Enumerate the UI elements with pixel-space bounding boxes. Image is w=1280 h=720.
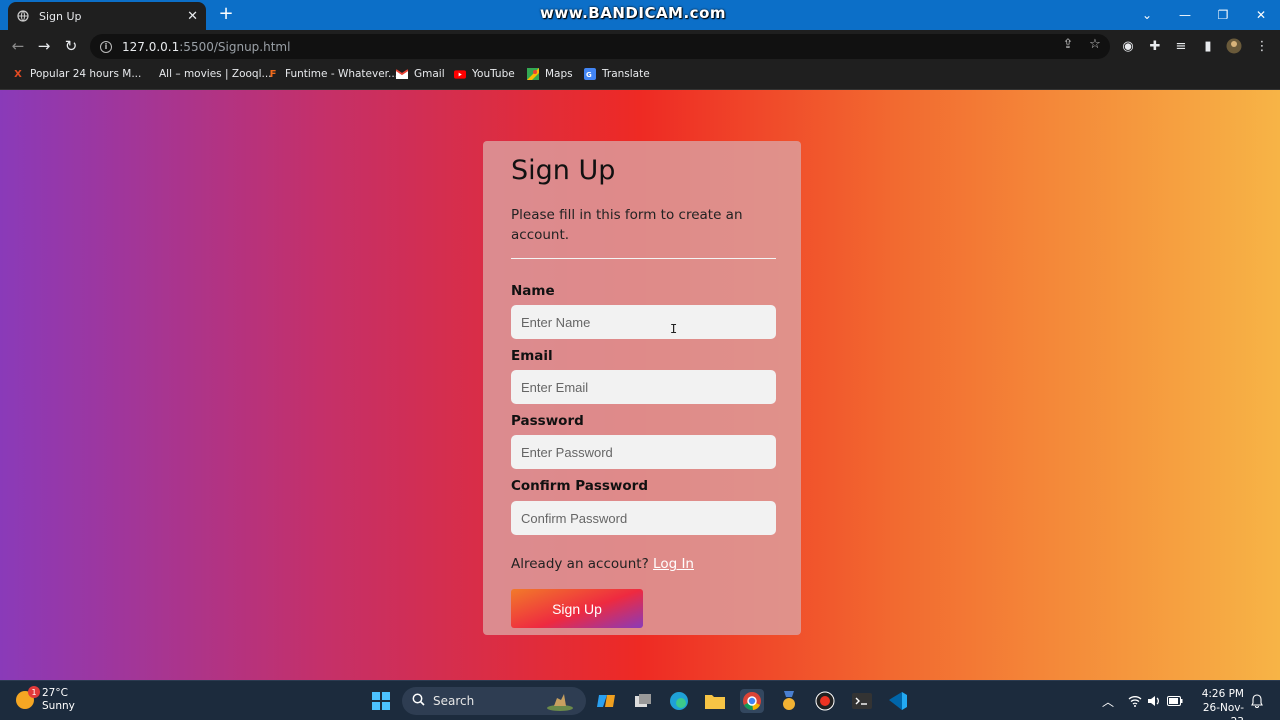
reload-icon[interactable]: ↻ <box>61 36 81 56</box>
address-bar[interactable]: i 127.0.0.1:5500/Signup.html <box>90 34 1110 59</box>
tab-title: Sign Up <box>39 9 82 23</box>
close-tab-icon[interactable]: ✕ <box>187 9 198 24</box>
bookmark-item[interactable]: Maps <box>527 68 573 80</box>
login-link[interactable]: Log In <box>653 556 694 572</box>
divider <box>511 258 776 259</box>
system-clock[interactable]: 4:26 PM 26-Nov-23 <box>1192 687 1244 720</box>
file-explorer-icon[interactable] <box>703 689 727 713</box>
confirm-password-label: Confirm Password <box>511 478 649 494</box>
bookmark-item[interactable]: F Funtime - Whatever... <box>267 68 398 80</box>
browser-toolbar: ← → ↻ i 127.0.0.1:5500/Signup.html ⇪ ☆ ◉… <box>0 30 1280 62</box>
close-window-icon[interactable]: ✕ <box>1242 0 1280 30</box>
search-icon <box>412 693 425 709</box>
minimize-icon[interactable]: — <box>1166 0 1204 30</box>
taskbar: 1 27°C Sunny Search ︿ 4:26 PM 26-Nov- <box>0 680 1280 720</box>
taskbar-search[interactable]: Search <box>402 687 586 715</box>
notification-badge: 1 <box>28 686 40 698</box>
weather-temp: 27°C <box>42 687 68 699</box>
bookmark-item[interactable]: YouTube <box>454 68 515 80</box>
bookmark-item[interactable]: Gmail <box>396 68 445 80</box>
already-account-text: Already an account? <box>511 556 649 572</box>
notification-bell-icon[interactable] <box>1249 693 1265 709</box>
edge-icon[interactable] <box>667 689 691 713</box>
share-icon[interactable]: ⇪ <box>1058 34 1078 54</box>
password-label: Password <box>511 413 584 429</box>
search-highlight-icon <box>546 690 574 715</box>
form-subtitle: Please fill in this form to create an ac… <box>511 207 743 243</box>
search-label: Search <box>433 694 475 708</box>
globe-icon <box>16 10 29 23</box>
bookmark-item[interactable]: G Translate <box>584 68 650 80</box>
bookmarks-bar: X Popular 24 hours M... All – movies | Z… <box>0 62 1280 90</box>
clock-date: 26-Nov-23 <box>1202 702 1244 720</box>
side-panel-icon[interactable]: ▮ <box>1198 36 1218 56</box>
clock-time: 4:26 PM <box>1201 688 1244 700</box>
extensions-puzzle-icon[interactable]: ✚ <box>1145 36 1165 56</box>
restore-icon[interactable]: ❐ <box>1204 0 1242 30</box>
signup-button[interactable]: Sign Up <box>511 589 643 628</box>
profile-avatar[interactable] <box>1224 36 1244 56</box>
copilot-icon[interactable] <box>594 689 618 713</box>
tray-overflow-chevron-icon[interactable]: ︿ <box>1100 693 1116 709</box>
windows-start-icon[interactable] <box>369 689 393 713</box>
url-path: :5500/Signup.html <box>179 39 291 54</box>
media-queue-icon[interactable]: ≡ <box>1171 36 1191 56</box>
badge-app-icon[interactable] <box>777 689 801 713</box>
text-cursor-icon: I <box>670 322 678 336</box>
battery-icon[interactable] <box>1167 693 1183 709</box>
recording-watermark: www.BANDICAM.com <box>540 4 727 22</box>
blank-icon <box>141 68 153 80</box>
page-background: Sign Up Please fill in this form to crea… <box>0 90 1280 680</box>
terminal-icon[interactable] <box>850 689 874 713</box>
weather-desc: Sunny <box>42 700 75 712</box>
title-bar: Sign Up ✕ + www.BANDICAM.com ⌄ — ❐ ✕ <box>0 0 1280 30</box>
task-view-icon[interactable] <box>631 689 655 713</box>
gmail-icon <box>396 68 408 80</box>
extension-icon[interactable]: ◉ <box>1118 36 1138 56</box>
signup-form-card: Sign Up Please fill in this form to crea… <box>483 141 801 635</box>
weather-widget[interactable]: 1 27°C Sunny <box>16 686 75 713</box>
confirm-password-input[interactable] <box>511 501 776 535</box>
back-arrow-icon[interactable]: ← <box>8 36 28 56</box>
record-icon[interactable] <box>813 689 837 713</box>
youtube-icon <box>454 68 466 80</box>
sun-icon: 1 <box>16 686 40 709</box>
forward-arrow-icon[interactable]: → <box>34 36 54 56</box>
site-info-icon[interactable]: i <box>100 40 112 53</box>
maps-icon <box>527 68 539 80</box>
email-input[interactable] <box>511 370 776 404</box>
password-input[interactable] <box>511 435 776 469</box>
chrome-icon[interactable] <box>740 689 764 713</box>
name-label: Name <box>511 283 555 299</box>
vscode-icon[interactable] <box>886 689 910 713</box>
login-prompt: Already an account? Log In <box>511 556 694 572</box>
new-tab-button[interactable]: + <box>216 4 236 24</box>
volume-icon[interactable] <box>1146 693 1162 709</box>
name-input[interactable] <box>511 305 776 339</box>
svg-text:G: G <box>586 71 592 79</box>
menu-kebab-icon[interactable]: ⋮ <box>1252 36 1272 56</box>
wifi-icon[interactable] <box>1127 693 1143 709</box>
browser-tab[interactable]: Sign Up ✕ <box>8 2 206 30</box>
translate-icon: G <box>584 68 596 80</box>
email-label: Email <box>511 348 553 364</box>
bookmark-item[interactable]: All – movies | Zooql... <box>141 68 272 80</box>
f-icon: F <box>269 68 277 80</box>
x-icon: X <box>14 68 22 80</box>
bookmark-item[interactable]: X Popular 24 hours M... <box>12 68 141 80</box>
tab-search-chevron-icon[interactable]: ⌄ <box>1128 0 1166 30</box>
form-title: Sign Up <box>511 155 616 186</box>
url-host: 127.0.0.1 <box>122 39 180 54</box>
bookmark-star-icon[interactable]: ☆ <box>1085 34 1105 54</box>
